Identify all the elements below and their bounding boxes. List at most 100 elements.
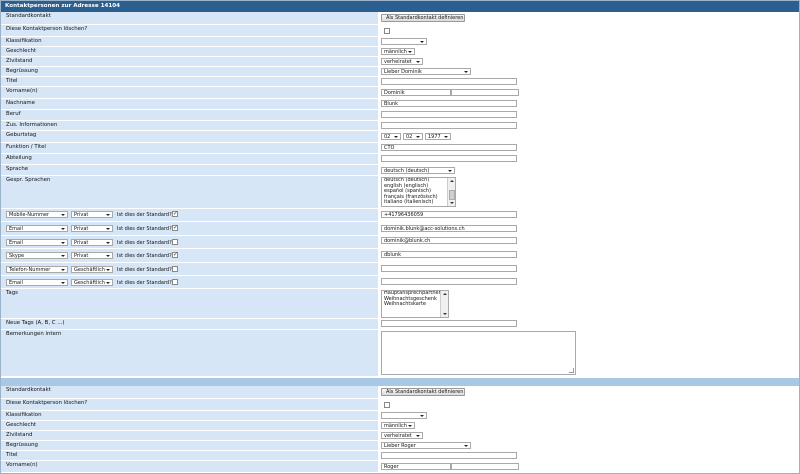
- channel-scope-select[interactable]: Privat: [71, 225, 113, 232]
- begruessung-select[interactable]: Lieber Roger: [381, 442, 471, 449]
- delete-checkbox[interactable]: [384, 402, 390, 408]
- scrollbar[interactable]: [447, 178, 455, 206]
- titel-input[interactable]: [381, 78, 517, 85]
- zus-info-input[interactable]: [381, 122, 517, 129]
- channel-type-select[interactable]: Telefon-Nummer: [6, 266, 68, 273]
- bemerkungen-textarea[interactable]: [381, 331, 576, 375]
- row-delete: Diese Kontaktperson löschen?: [1, 399, 799, 411]
- birth-year-select[interactable]: 1977: [425, 133, 451, 140]
- label-zivilstand: Zivilstand: [1, 431, 379, 440]
- label-delete: Diese Kontaktperson löschen?: [1, 399, 379, 410]
- delete-checkbox[interactable]: [384, 28, 390, 34]
- channel-value-input[interactable]: dblunk: [381, 251, 517, 258]
- label-titel: Titel: [1, 77, 379, 86]
- channel-type-select[interactable]: Skype: [6, 252, 68, 259]
- abteilung-input[interactable]: [381, 155, 517, 162]
- list-item[interactable]: italiano (italienisch): [384, 200, 455, 206]
- vorname-input[interactable]: Roger: [381, 463, 451, 470]
- standard-checkbox[interactable]: [172, 279, 178, 285]
- channel-type-select[interactable]: Email: [6, 239, 68, 246]
- channel-type-select[interactable]: Email: [6, 279, 68, 286]
- channel-scope-select[interactable]: Geschäftlich: [71, 279, 113, 286]
- beruf-input[interactable]: [381, 111, 517, 118]
- begruessung-select[interactable]: Lieber Dominik: [381, 68, 471, 75]
- standard-checkbox[interactable]: [172, 266, 178, 272]
- funktion-input[interactable]: CTO: [381, 144, 517, 151]
- standard-checkbox[interactable]: [172, 239, 178, 245]
- label-klassifikation: Klassifikation: [1, 37, 379, 46]
- zivilstand-select[interactable]: verheiratet: [381, 58, 423, 65]
- vorname-2-input[interactable]: [451, 89, 519, 96]
- chevron-down-icon: [408, 50, 412, 53]
- tags-listbox[interactable]: Hauptansprechpartner Weihnachtsgeschenk …: [381, 290, 449, 318]
- scroll-up-icon[interactable]: [442, 293, 447, 295]
- standard-checkbox[interactable]: [172, 224, 178, 231]
- label-begruessung: Begrüssung: [1, 441, 379, 450]
- klassifikation-select[interactable]: [381, 38, 427, 45]
- channel-scope-select[interactable]: Privat: [71, 239, 113, 246]
- channel-scope-select[interactable]: Privat: [71, 252, 113, 259]
- vorname-2-input[interactable]: [451, 463, 519, 470]
- standard-checkbox[interactable]: [172, 251, 178, 258]
- channel-type-value: Mobile-Nummer: [9, 212, 49, 218]
- chevron-down-icon: [464, 70, 468, 73]
- chevron-down-icon: [416, 434, 420, 437]
- klassifikation-select[interactable]: [381, 412, 427, 419]
- label-standardkontakt: Standardkontakt: [1, 12, 379, 24]
- label-funktion: Funktion / Titel: [1, 143, 379, 153]
- standard-question-label: Ist dies der Standard?: [117, 226, 172, 232]
- gespr-sprachen-listbox[interactable]: deutsch (deutsch) english (englisch) esp…: [381, 177, 456, 207]
- channel-scope-select[interactable]: Privat: [71, 211, 113, 218]
- scroll-up-icon[interactable]: [449, 180, 454, 182]
- channel-value-input[interactable]: dominik.blunk@acc-solutions.ch: [381, 225, 517, 232]
- list-item[interactable]: Weihnachtskarte: [384, 302, 448, 308]
- chevron-down-icon: [106, 241, 110, 244]
- channel-scope-select[interactable]: Geschäftlich: [71, 266, 113, 273]
- resize-grip-icon[interactable]: [569, 368, 574, 373]
- titel-input[interactable]: [381, 452, 517, 459]
- row-zivilstand: Zivilstand verheiratet: [1, 57, 799, 67]
- scroll-down-icon[interactable]: [442, 313, 447, 315]
- begruessung-value: Lieber Roger: [384, 443, 416, 449]
- sprache-select[interactable]: deutsch (deutsch): [381, 167, 455, 174]
- set-standard-button[interactable]: Als Standardkontakt definieren: [381, 14, 465, 22]
- nachname-input[interactable]: Blunk: [381, 100, 517, 107]
- geschlecht-select[interactable]: männlich: [381, 422, 415, 429]
- row-abteilung: Abteilung: [1, 154, 799, 165]
- row-standardkontakt: Standardkontakt Als Standardkontakt defi…: [1, 386, 799, 399]
- row-zivilstand: Zivilstand verheiratet: [1, 431, 799, 441]
- chevron-down-icon: [61, 281, 65, 284]
- channel-value-input[interactable]: +41796436059: [381, 211, 517, 218]
- row-klassifikation: Klassifikation: [1, 411, 799, 421]
- birth-day-select[interactable]: 02: [381, 133, 401, 140]
- row-geburtstag: Geburtstag 02 02 1977: [1, 131, 799, 143]
- row-neue-tags: Neue Tags (A, B, C ...): [1, 319, 799, 330]
- channel-value-input[interactable]: [381, 278, 517, 285]
- row-beruf: Beruf: [1, 110, 799, 121]
- label-tags: Tags: [1, 289, 379, 318]
- channel-type-select[interactable]: Email: [6, 225, 68, 232]
- scrollbar[interactable]: [440, 291, 448, 317]
- birth-year-value: 1977: [428, 134, 441, 140]
- neue-tags-input[interactable]: [381, 320, 517, 327]
- label-zus-info: Zus. Informationen: [1, 121, 379, 130]
- label-standardkontakt: Standardkontakt: [1, 386, 379, 398]
- row-vorname: Vorname(n) Dominik: [1, 87, 799, 99]
- vorname-input[interactable]: Dominik: [381, 89, 451, 96]
- channel-type-select[interactable]: Mobile-Nummer: [6, 211, 68, 218]
- birth-month-select[interactable]: 02: [403, 133, 423, 140]
- label-beruf: Beruf: [1, 110, 379, 120]
- geschlecht-select[interactable]: männlich: [381, 48, 415, 55]
- scroll-down-icon[interactable]: [449, 202, 454, 204]
- channel-value-input[interactable]: dominik@blunk.ch: [381, 237, 517, 244]
- row-geschlecht: Geschlecht männlich: [1, 47, 799, 57]
- channel-value-input[interactable]: [381, 265, 517, 272]
- standard-checkbox[interactable]: [172, 210, 178, 217]
- zivilstand-select[interactable]: verheiratet: [381, 432, 423, 439]
- row-zus-info: Zus. Informationen: [1, 121, 799, 131]
- set-standard-button[interactable]: Als Standardkontakt definieren: [381, 388, 465, 396]
- channel-type-value: Email: [9, 280, 23, 286]
- chevron-down-icon: [444, 135, 448, 138]
- scroll-thumb[interactable]: [449, 190, 455, 200]
- standard-question-label: Ist dies der Standard?: [117, 253, 172, 259]
